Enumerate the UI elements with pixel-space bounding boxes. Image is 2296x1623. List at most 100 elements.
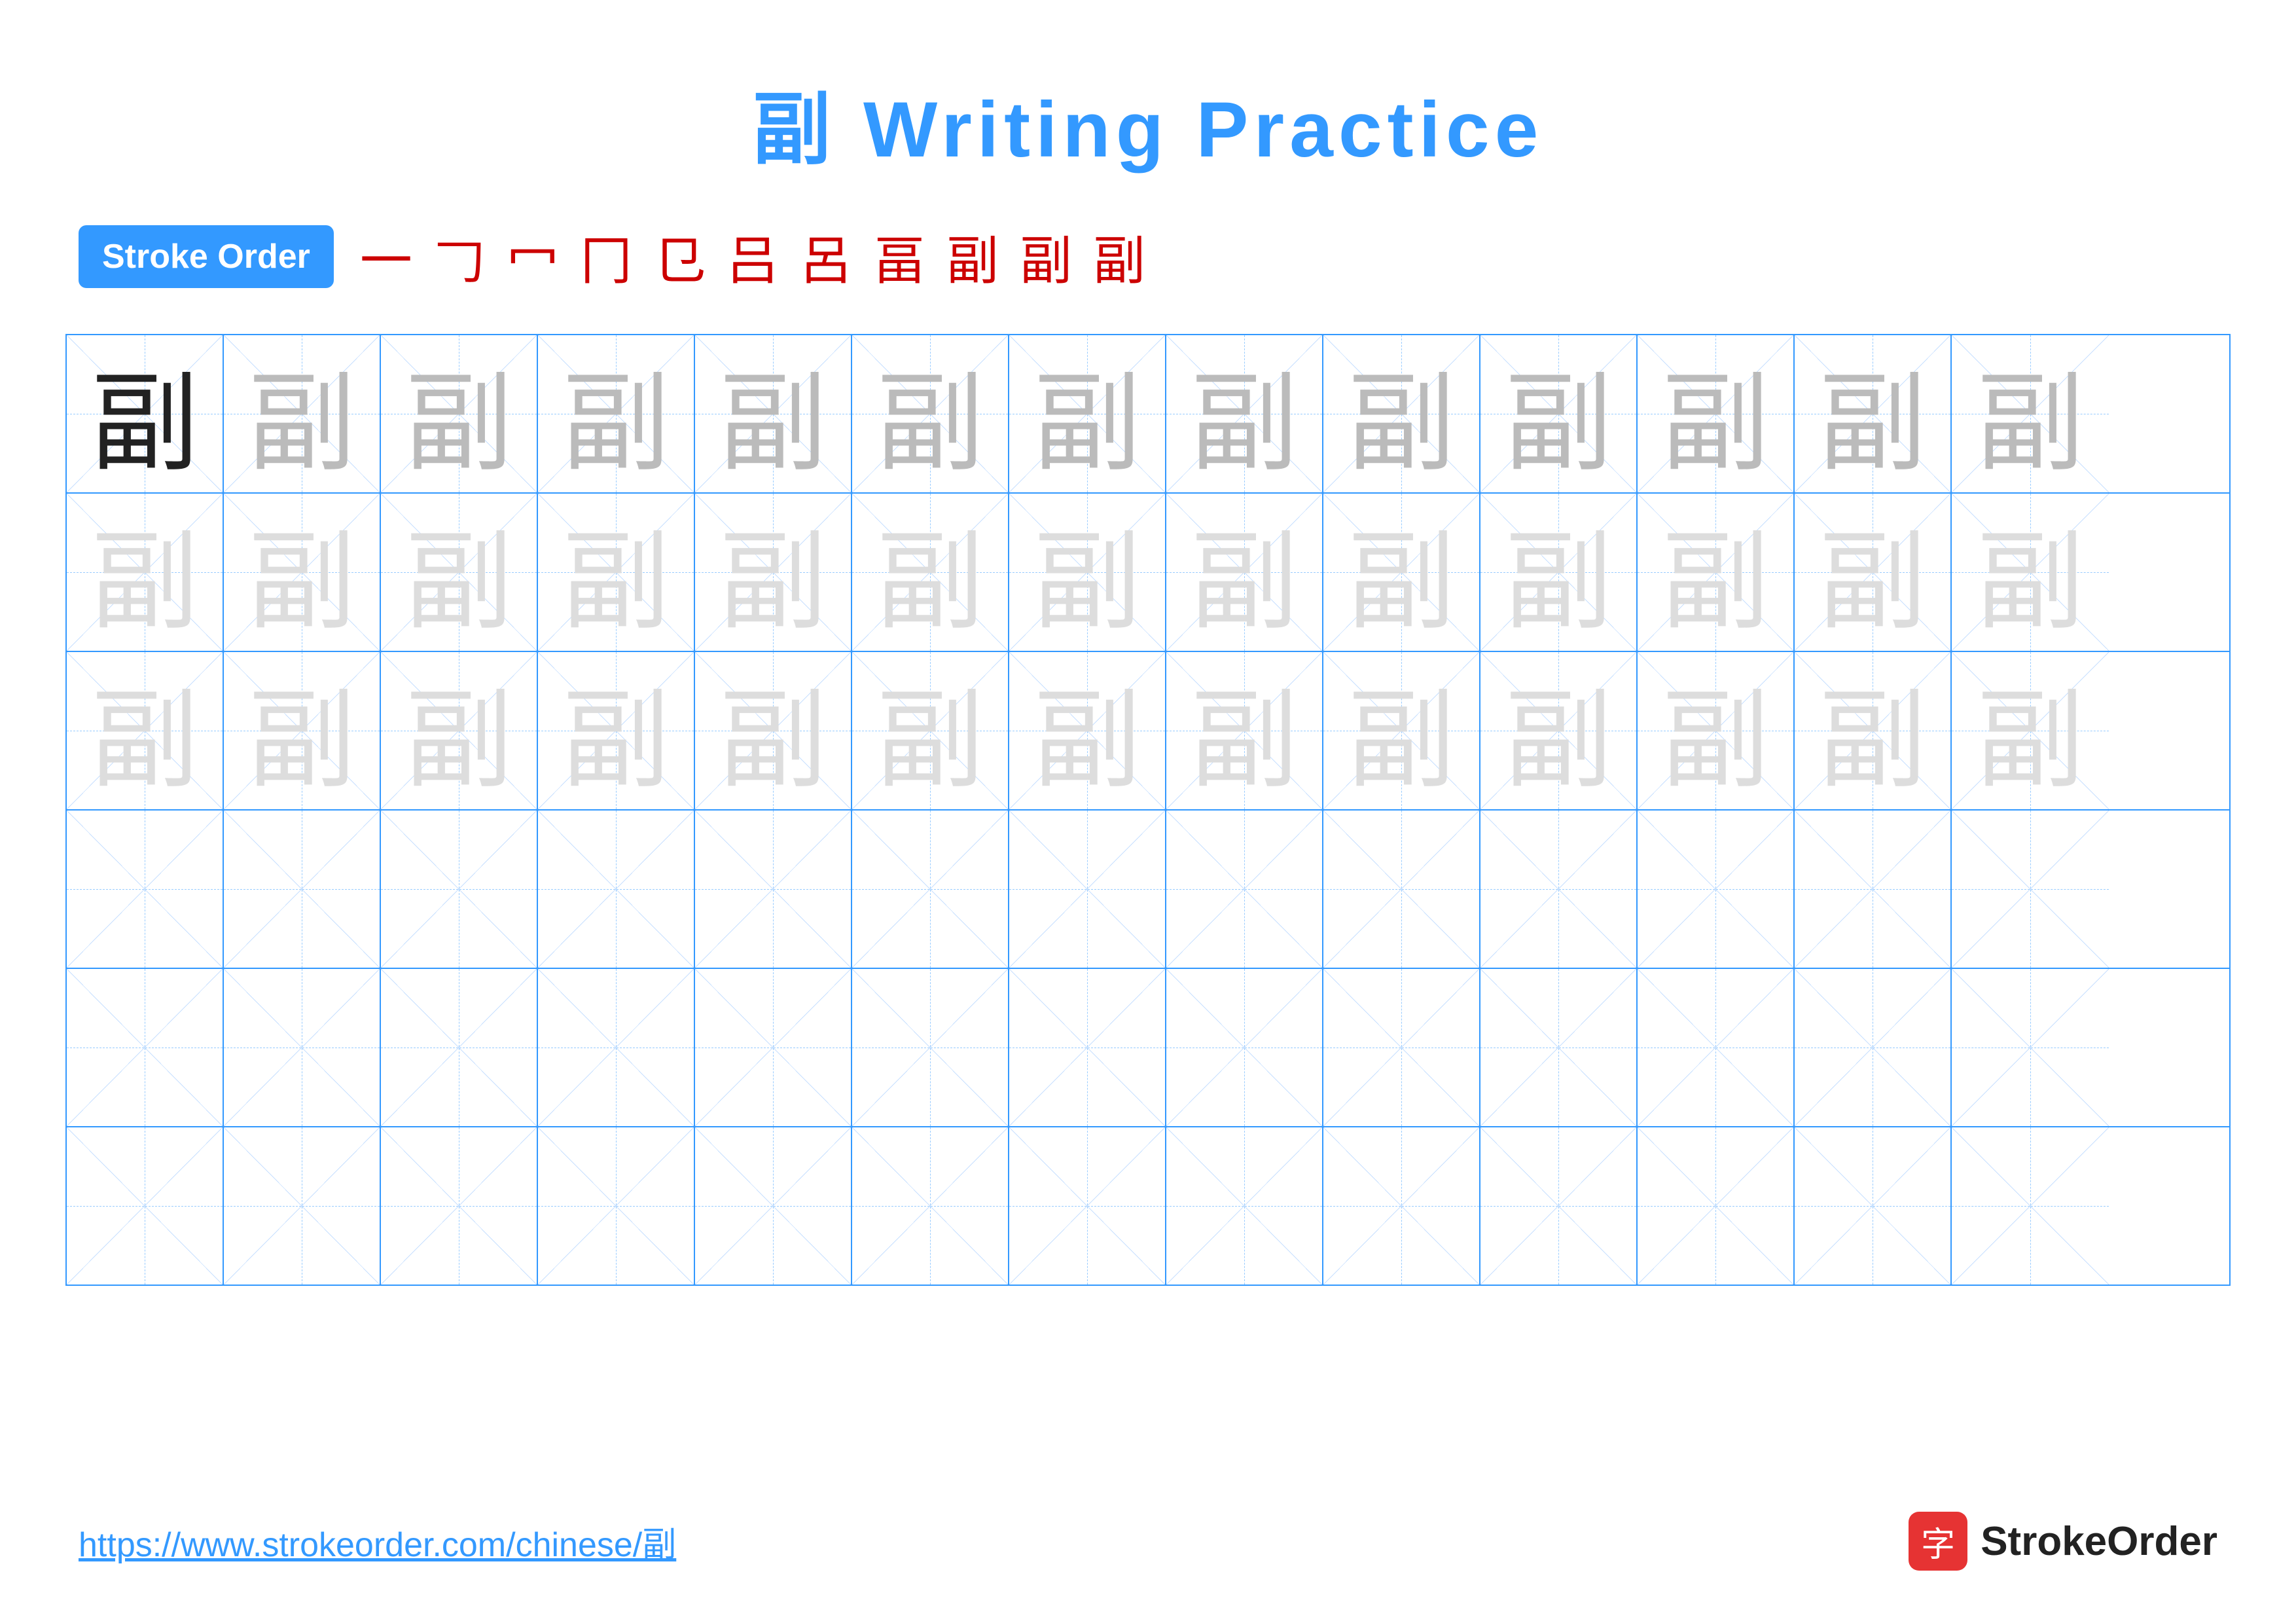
grid-cell-2-4[interactable]: 副	[538, 494, 695, 651]
grid-cell-1-7[interactable]: 副	[1009, 335, 1166, 492]
grid-cell-4-5[interactable]	[695, 811, 852, 968]
grid-cell-4-6[interactable]	[852, 811, 1009, 968]
grid-cell-5-9[interactable]	[1323, 969, 1480, 1126]
grid-cell-4-4[interactable]	[538, 811, 695, 968]
grid-cell-3-6[interactable]: 副	[852, 652, 1009, 809]
grid-cell-1-1[interactable]: 副	[67, 335, 224, 492]
grid-row-2: 副 副 副 副 副 副 副 副	[67, 494, 2229, 652]
grid-cell-6-11[interactable]	[1638, 1127, 1795, 1285]
grid-cell-1-13[interactable]: 副	[1952, 335, 2109, 492]
grid-cell-2-3[interactable]: 副	[381, 494, 538, 651]
grid-cell-2-7[interactable]: 副	[1009, 494, 1166, 651]
practice-char: 副	[719, 336, 827, 492]
grid-cell-3-11[interactable]: 副	[1638, 652, 1795, 809]
grid-cell-3-3[interactable]: 副	[381, 652, 538, 809]
grid-cell-5-7[interactable]	[1009, 969, 1166, 1126]
grid-row-5	[67, 969, 2229, 1127]
grid-cell-6-12[interactable]	[1795, 1127, 1952, 1285]
grid-cell-2-6[interactable]: 副	[852, 494, 1009, 651]
grid-cell-5-11[interactable]	[1638, 969, 1795, 1126]
grid-cell-4-1[interactable]	[67, 811, 224, 968]
grid-cell-2-9[interactable]: 副	[1323, 494, 1480, 651]
grid-cell-1-5[interactable]: 副	[695, 335, 852, 492]
grid-cell-2-8[interactable]: 副	[1166, 494, 1323, 651]
practice-char: 副	[1977, 653, 2085, 809]
grid-cell-4-9[interactable]	[1323, 811, 1480, 968]
grid-cell-4-12[interactable]	[1795, 811, 1952, 968]
grid-cell-3-4[interactable]: 副	[538, 652, 695, 809]
grid-cell-5-1[interactable]	[67, 969, 224, 1126]
grid-cell-3-12[interactable]: 副	[1795, 652, 1952, 809]
grid-cell-4-2[interactable]	[224, 811, 381, 968]
grid-cell-6-3[interactable]	[381, 1127, 538, 1285]
grid-cell-6-2[interactable]	[224, 1127, 381, 1285]
grid-row-6	[67, 1127, 2229, 1285]
practice-char: 副	[1033, 653, 1141, 809]
grid-cell-6-8[interactable]	[1166, 1127, 1323, 1285]
practice-char: 副	[1033, 494, 1141, 651]
grid-cell-2-1[interactable]: 副	[67, 494, 224, 651]
grid-cell-5-6[interactable]	[852, 969, 1009, 1126]
grid-cell-5-3[interactable]	[381, 969, 538, 1126]
grid-cell-3-13[interactable]: 副	[1952, 652, 2109, 809]
grid-cell-3-8[interactable]: 副	[1166, 652, 1323, 809]
grid-cell-4-13[interactable]	[1952, 811, 2109, 968]
grid-cell-3-7[interactable]: 副	[1009, 652, 1166, 809]
grid-cell-3-5[interactable]: 副	[695, 652, 852, 809]
grid-cell-6-13[interactable]	[1952, 1127, 2109, 1285]
grid-cell-1-4[interactable]: 副	[538, 335, 695, 492]
practice-char: 副	[405, 336, 513, 492]
grid-cell-6-7[interactable]	[1009, 1127, 1166, 1285]
footer-url[interactable]: https://www.strokeorder.com/chinese/副	[79, 1517, 676, 1566]
grid-cell-5-4[interactable]	[538, 969, 695, 1126]
grid-cell-1-3[interactable]: 副	[381, 335, 538, 492]
grid-cell-1-9[interactable]: 副	[1323, 335, 1480, 492]
grid-cell-4-10[interactable]	[1480, 811, 1638, 968]
practice-char: 副	[1662, 494, 1770, 651]
grid-cell-2-13[interactable]: 副	[1952, 494, 2109, 651]
grid-cell-6-9[interactable]	[1323, 1127, 1480, 1285]
grid-cell-2-10[interactable]: 副	[1480, 494, 1638, 651]
writing-grid[interactable]: 副 副 副 副 副 副 副 副	[65, 334, 2231, 1286]
grid-cell-6-5[interactable]	[695, 1127, 852, 1285]
grid-cell-3-10[interactable]: 副	[1480, 652, 1638, 809]
grid-cell-5-12[interactable]	[1795, 969, 1952, 1126]
grid-cell-5-13[interactable]	[1952, 969, 2109, 1126]
grid-cell-4-8[interactable]	[1166, 811, 1323, 968]
grid-cell-2-12[interactable]: 副	[1795, 494, 1952, 651]
grid-cell-5-8[interactable]	[1166, 969, 1323, 1126]
grid-cell-6-1[interactable]	[67, 1127, 224, 1285]
grid-cell-3-1[interactable]: 副	[67, 652, 224, 809]
grid-cell-6-4[interactable]	[538, 1127, 695, 1285]
grid-cell-1-2[interactable]: 副	[224, 335, 381, 492]
practice-char: 副	[1505, 653, 1613, 809]
practice-char: 副	[1348, 494, 1456, 651]
grid-cell-2-2[interactable]: 副	[224, 494, 381, 651]
practice-char: 副	[1819, 494, 1927, 651]
grid-cell-1-8[interactable]: 副	[1166, 335, 1323, 492]
grid-cell-6-10[interactable]	[1480, 1127, 1638, 1285]
grid-cell-3-2[interactable]: 副	[224, 652, 381, 809]
grid-row-3: 副 副 副 副 副 副 副 副	[67, 652, 2229, 811]
grid-cell-1-11[interactable]: 副	[1638, 335, 1795, 492]
grid-cell-1-6[interactable]: 副	[852, 335, 1009, 492]
grid-cell-2-5[interactable]: 副	[695, 494, 852, 651]
stroke-2: 𠃌	[433, 219, 486, 295]
practice-char: 副	[248, 494, 356, 651]
stroke-7: 呂	[800, 219, 852, 295]
grid-cell-3-9[interactable]: 副	[1323, 652, 1480, 809]
grid-cell-5-5[interactable]	[695, 969, 852, 1126]
grid-cell-1-12[interactable]: 副	[1795, 335, 1952, 492]
practice-char: 副	[405, 653, 513, 809]
practice-char: 副	[876, 336, 984, 492]
grid-cell-2-11[interactable]: 副	[1638, 494, 1795, 651]
practice-char: 副	[1191, 494, 1299, 651]
grid-cell-4-7[interactable]	[1009, 811, 1166, 968]
grid-cell-1-10[interactable]: 副	[1480, 335, 1638, 492]
stroke-8: 畐	[873, 219, 925, 295]
grid-cell-5-10[interactable]	[1480, 969, 1638, 1126]
grid-cell-4-3[interactable]	[381, 811, 538, 968]
grid-cell-6-6[interactable]	[852, 1127, 1009, 1285]
grid-cell-5-2[interactable]	[224, 969, 381, 1126]
grid-cell-4-11[interactable]	[1638, 811, 1795, 968]
